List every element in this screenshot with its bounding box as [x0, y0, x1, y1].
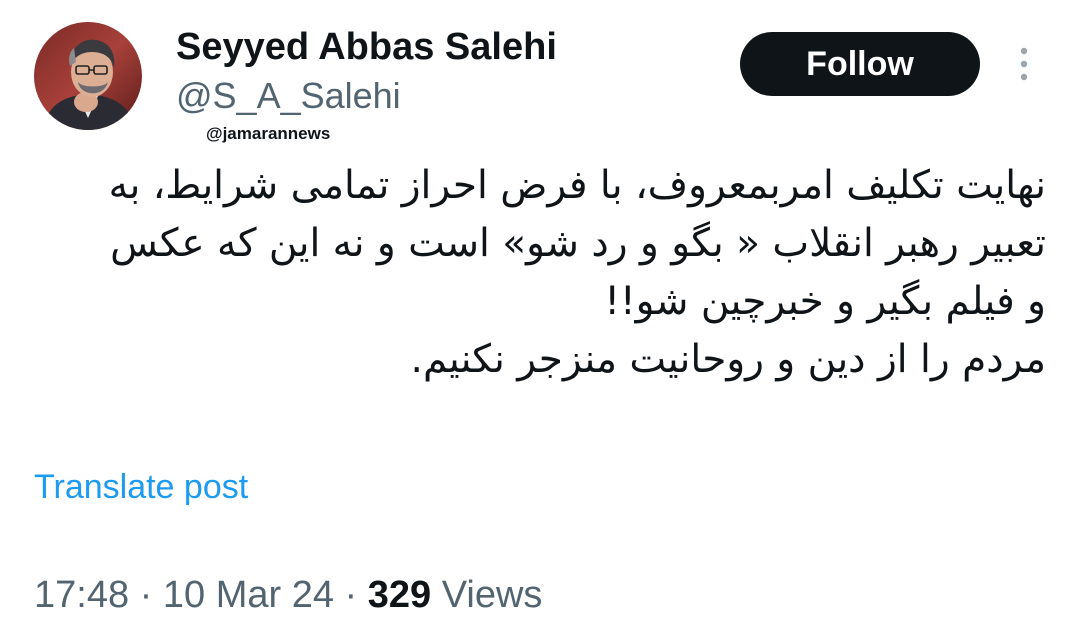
- tweet-line: تعبیر رهبر انقلاب « بگو و رد شو» است و ن…: [110, 221, 1046, 266]
- tweet-line: و فیلم بگیر و خبرچین شو!!: [604, 279, 1046, 324]
- avatar-image: [34, 22, 142, 130]
- tweet-meta: 17:48 · 10 Mar 24 · 329 Views: [34, 572, 542, 618]
- meta-separator: ·: [344, 574, 358, 616]
- tweet-line: نهایت تکلیف امربمعروف، با فرض احراز تمام…: [108, 163, 1046, 208]
- tweet-text: نهایت تکلیف امربمعروف، با فرض احراز تمام…: [36, 157, 1046, 389]
- views-label: Views: [441, 574, 543, 616]
- views-count: 329: [367, 574, 432, 616]
- watermark-text: @jamarannews: [206, 124, 331, 143]
- tweet-time[interactable]: 17:48: [34, 574, 129, 616]
- meta-separator: ·: [139, 574, 153, 616]
- avatar[interactable]: [34, 22, 142, 130]
- more-vertical-icon[interactable]: [1010, 44, 1038, 84]
- tweet-line: مردم را از دین و روحانیت منزجر نکنیم.: [410, 337, 1046, 382]
- follow-button[interactable]: Follow: [740, 32, 980, 96]
- user-handle[interactable]: @S_A_Salehi: [176, 74, 401, 118]
- tweet-date[interactable]: 10 Mar 24: [163, 574, 334, 616]
- translate-post-link[interactable]: Translate post: [34, 466, 248, 508]
- display-name[interactable]: Seyyed Abbas Salehi: [176, 24, 557, 70]
